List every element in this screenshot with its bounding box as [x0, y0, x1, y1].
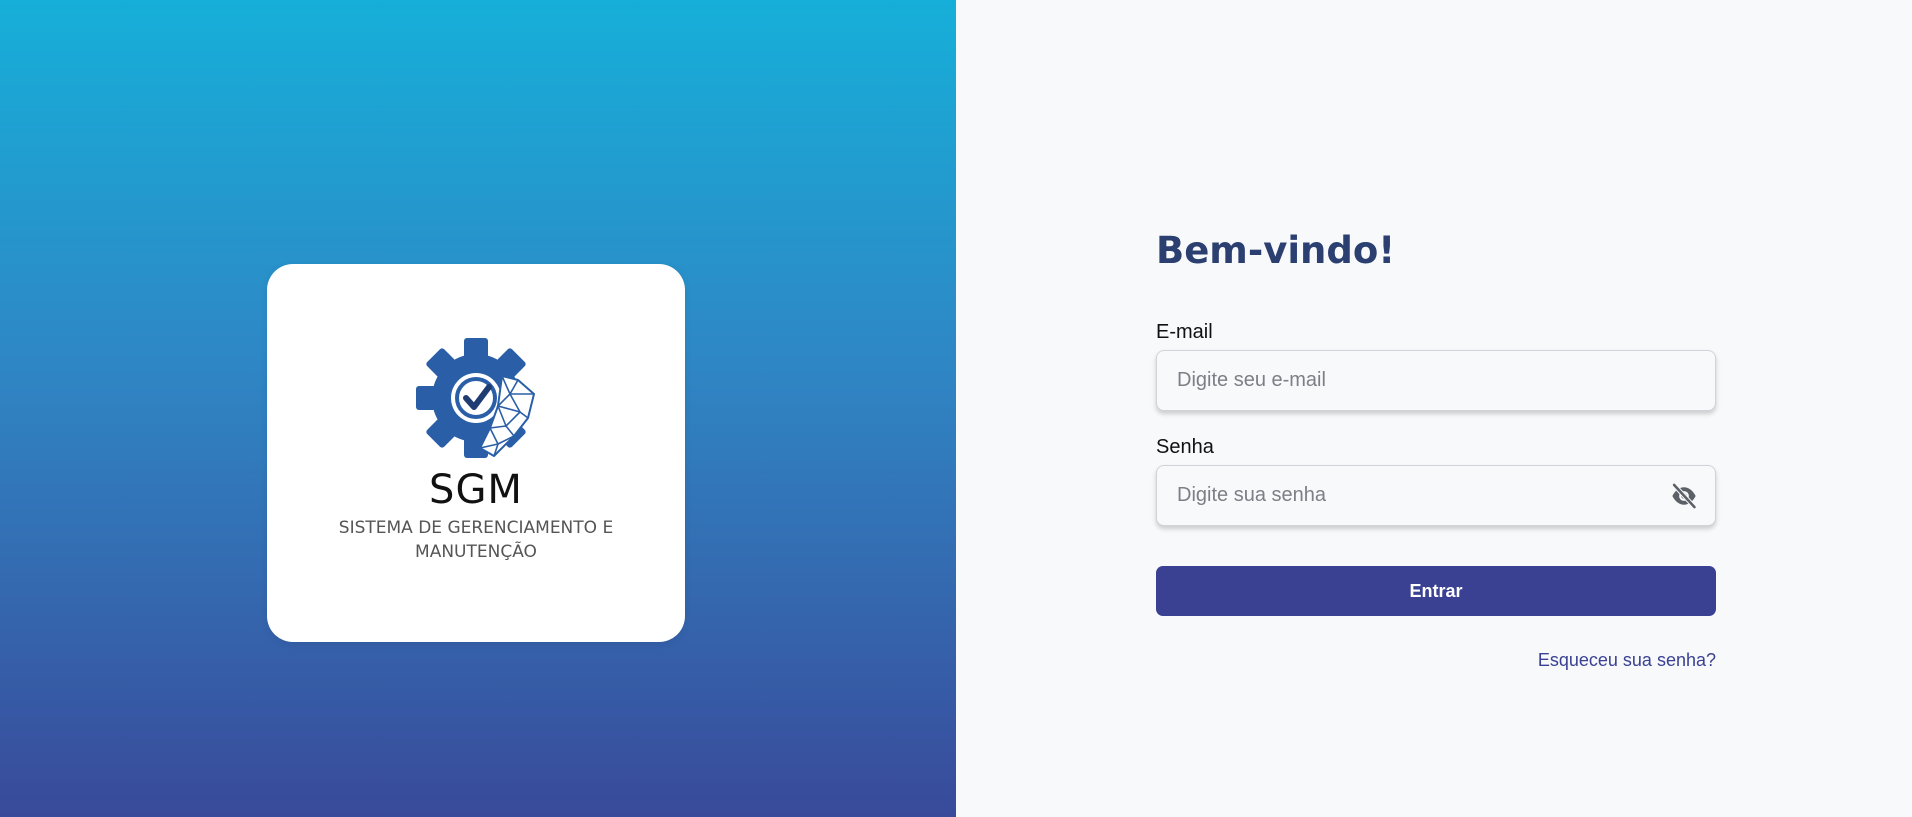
password-input[interactable] [1156, 465, 1716, 526]
brand-panel: SGM SISTEMA DE GERENCIAMENTO E MANUTENÇÃ… [0, 0, 956, 817]
password-field-wrapper [1156, 465, 1716, 526]
login-panel: Bem-vindo! E-mail Senha Entrar Esqueceu … [956, 0, 1912, 817]
login-form: Bem-vindo! E-mail Senha Entrar Esqueceu … [1156, 226, 1716, 671]
email-field-wrapper [1156, 350, 1716, 411]
gear-check-icon [416, 338, 535, 458]
login-page: SGM SISTEMA DE GERENCIAMENTO E MANUTENÇÃ… [0, 0, 1912, 817]
brand-subtitle: SISTEMA DE GERENCIAMENTO E MANUTENÇÃO [338, 518, 614, 562]
forgot-password-link[interactable]: Esqueceu sua senha? [1156, 650, 1716, 671]
eye-off-icon[interactable] [1670, 482, 1698, 510]
page-title: Bem-vindo! [1156, 229, 1396, 272]
brand-name: SGM [429, 467, 523, 513]
password-label: Senha [1156, 436, 1214, 458]
email-label: E-mail [1156, 321, 1213, 343]
login-button[interactable]: Entrar [1156, 566, 1716, 616]
logo-card: SGM SISTEMA DE GERENCIAMENTO E MANUTENÇÃ… [267, 264, 685, 642]
email-input[interactable] [1156, 350, 1716, 411]
